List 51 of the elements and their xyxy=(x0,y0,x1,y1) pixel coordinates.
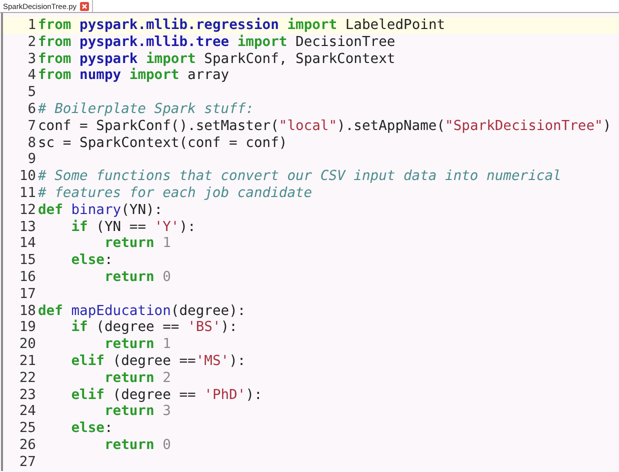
code-line: if (degree == 'BS'): xyxy=(70,319,238,336)
line-number: 8 xyxy=(26,134,36,152)
line-number: 20 xyxy=(18,336,36,353)
code-line: conf = SparkConf().setMaster("local").setAppName("SparkDecisionTree") xyxy=(37,118,612,135)
line-number: 25 xyxy=(18,420,36,437)
code-line: from pyspark.mllib.tree import DecisionTree xyxy=(37,34,396,51)
line-number: 11 xyxy=(18,184,36,202)
code-line: return 0 xyxy=(103,436,171,454)
line-number: 19 xyxy=(18,319,36,336)
code-line: def binary(YN): xyxy=(37,202,163,219)
line-number: 9 xyxy=(26,151,36,168)
line-number: 22 xyxy=(18,370,36,387)
line-number: 27 xyxy=(18,454,36,471)
line-number: 6 xyxy=(26,100,36,118)
code-line: return 3 xyxy=(103,403,171,420)
code-line: if (YN == 'Y'): xyxy=(70,218,196,236)
close-icon[interactable] xyxy=(80,2,89,10)
code-line: return 1 xyxy=(103,235,171,252)
line-number: 24 xyxy=(18,403,36,420)
line-number: 14 xyxy=(18,235,36,252)
code-line: from pyspark import SparkConf, SparkContext xyxy=(37,50,396,68)
line-number: 4 xyxy=(26,67,36,84)
code-line: # Boilerplate Spark stuff: xyxy=(37,100,254,118)
line-number: 21 xyxy=(18,352,36,370)
code-line: # Some functions that convert our CSV input data into numerical xyxy=(37,168,562,185)
code-line: from pyspark.mllib.regression import LabeledPoint xyxy=(37,17,446,34)
code-line: sc = SparkContext(conf = conf) xyxy=(37,134,288,152)
code-line: elif (degree == 'PhD'): xyxy=(70,386,262,404)
code-line: return 0 xyxy=(103,268,171,286)
line-number: 17 xyxy=(18,286,36,303)
line-number: 10 xyxy=(18,168,36,185)
line-number: 7 xyxy=(26,118,36,135)
code-line: else: xyxy=(70,252,113,269)
line-number: 3 xyxy=(26,50,36,68)
line-number: 1 xyxy=(26,17,36,34)
line-number: 18 xyxy=(18,302,36,320)
line-number: 23 xyxy=(18,386,36,404)
line-number: 5 xyxy=(26,84,36,101)
code-line: # features for each job candidate xyxy=(37,184,312,202)
line-number: 16 xyxy=(18,268,36,286)
line-number: 12 xyxy=(18,202,36,219)
code-line: from numpy import array xyxy=(37,67,230,84)
line-number: 13 xyxy=(18,218,36,236)
code-line: return 2 xyxy=(104,370,171,387)
code-line: def mapEducation(degree): xyxy=(37,302,246,320)
line-number: 26 xyxy=(18,436,36,454)
code-line: return 1 xyxy=(104,336,171,353)
line-number: 2 xyxy=(26,34,36,51)
code-line: elif (degree =='MS'): xyxy=(70,352,246,370)
code-line: else: xyxy=(70,420,113,437)
line-number: 15 xyxy=(18,252,36,269)
